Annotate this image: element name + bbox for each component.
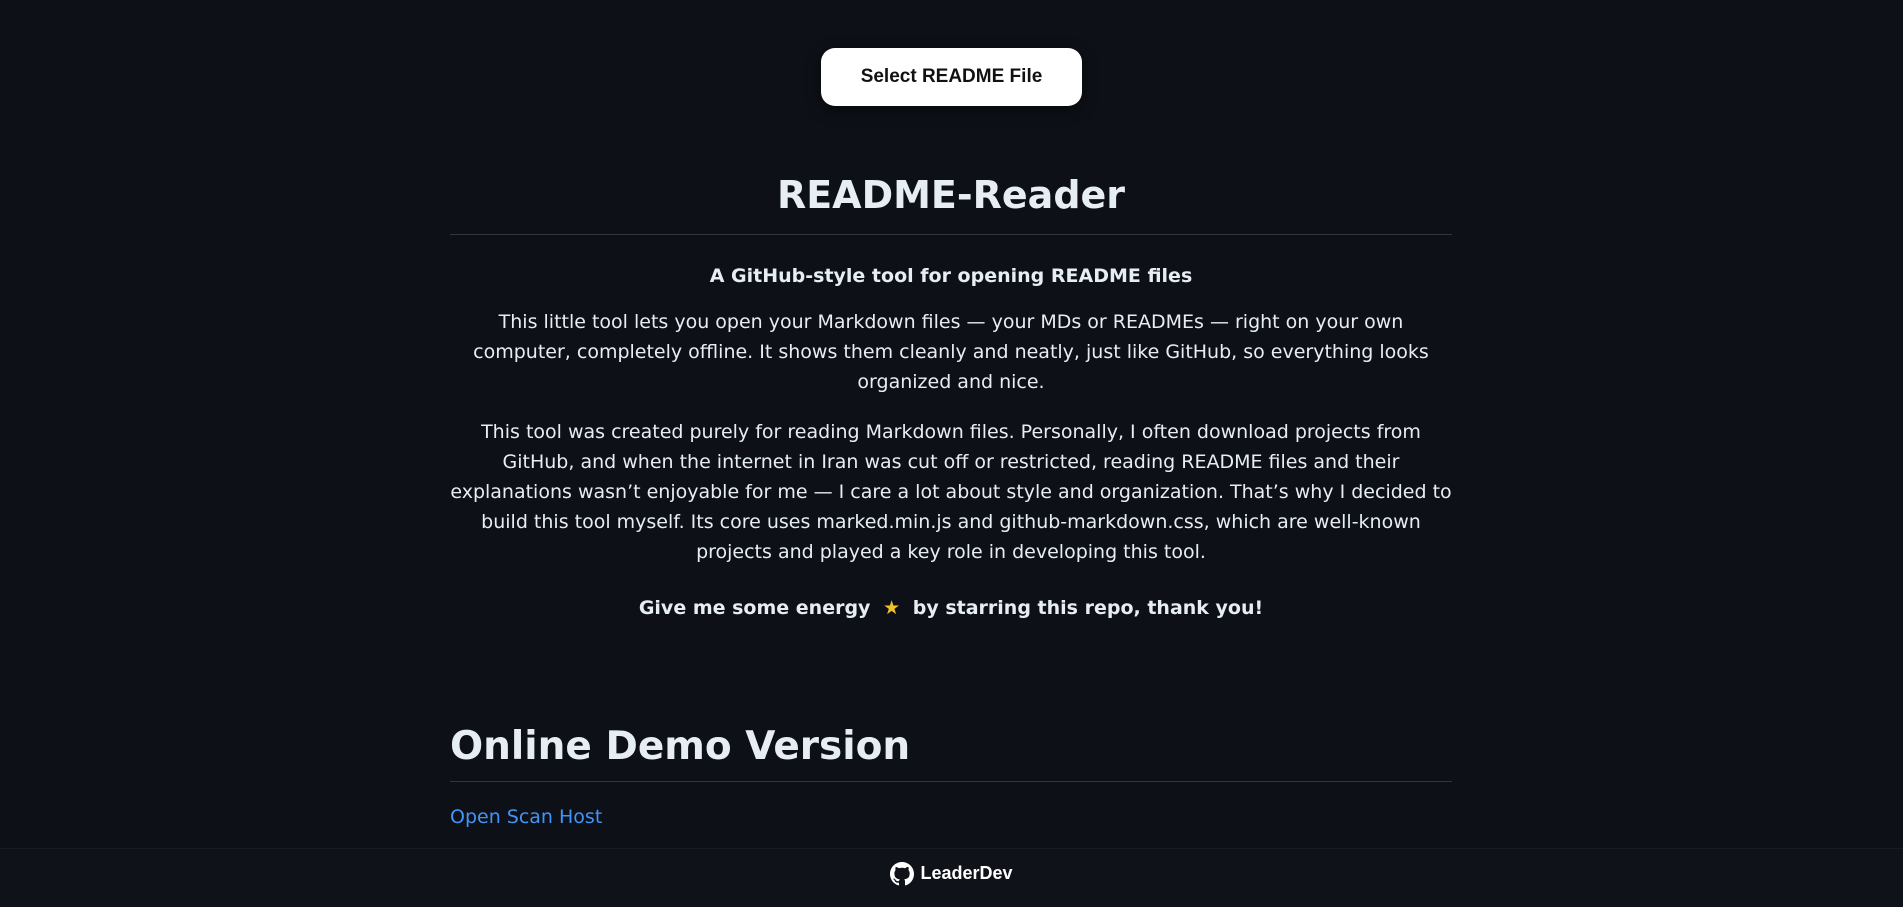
intro-paragraph-1: This little tool lets you open your Mark… [473,311,1429,393]
footer: LeaderDev [0,848,1903,907]
online-demo-heading: Online Demo Version [450,723,1452,782]
select-readme-button[interactable]: Select README File [821,48,1082,106]
readme-content: README-Reader A GitHub-style tool for op… [450,166,1452,828]
readme-subtitle: A GitHub-style tool for opening README f… [709,265,1193,287]
star-request-text-end: by starring this repo, thank you! [912,597,1264,619]
open-scan-host-link[interactable]: Open Scan Host [450,806,602,828]
top-bar: Select README File [0,48,1903,106]
star-request-text-start: Give me some energy [638,597,871,619]
leaderdev-link[interactable]: LeaderDev [890,861,1013,886]
page: Select README File README-Reader A GitHu… [0,0,1903,907]
star-request: Give me some energy ★ by starring this r… [450,593,1452,623]
intro-block: A GitHub-style tool for opening README f… [450,263,1452,623]
star-icon: ★ [883,597,901,619]
github-icon [890,861,915,885]
intro-paragraph-2: This tool was created purely for reading… [450,421,1452,563]
footer-brand-label: LeaderDev [920,863,1013,883]
readme-title: README-Reader [450,166,1452,235]
